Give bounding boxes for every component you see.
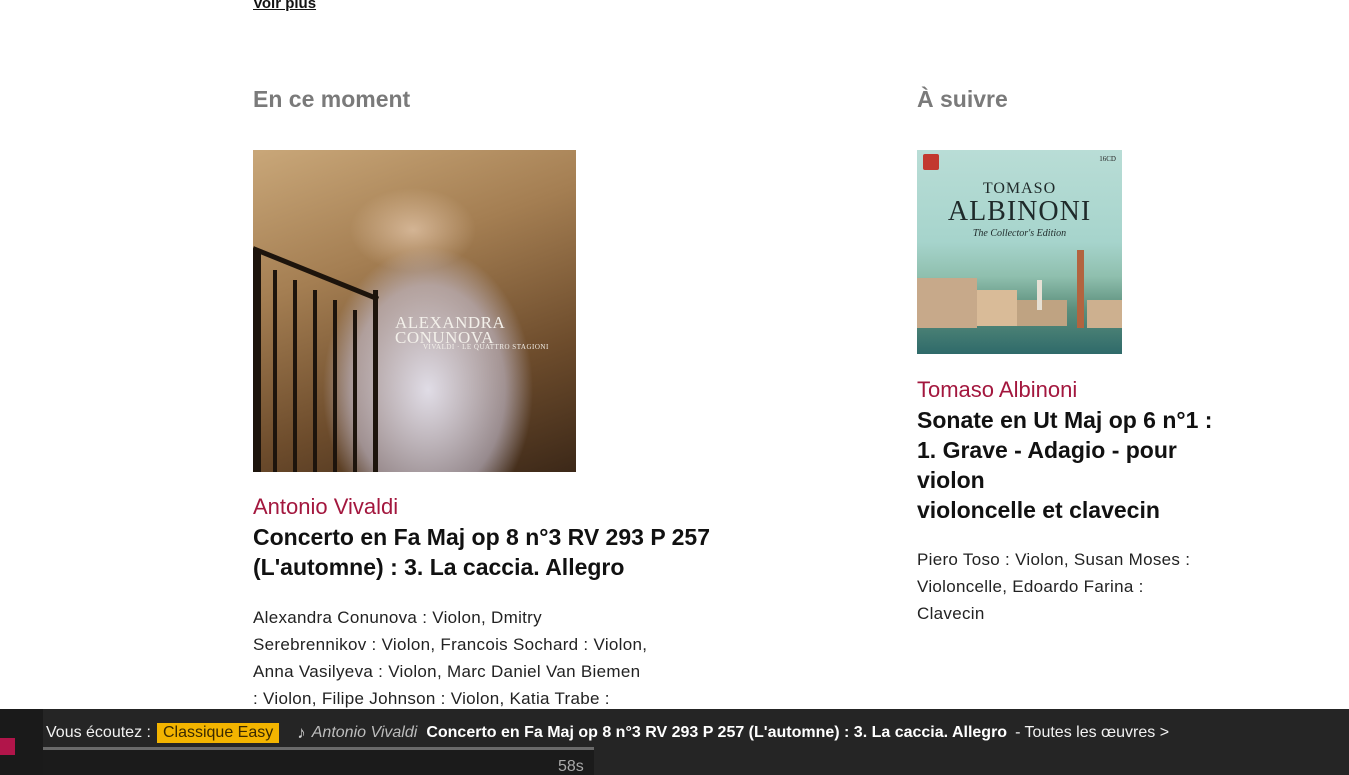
station-badge[interactable]: Classique Easy xyxy=(156,723,280,743)
elapsed-time: 58s xyxy=(558,758,584,775)
now-playing-line: Vous écoutez : Classique Easy ♪ Antonio … xyxy=(46,723,1169,743)
player-work-title[interactable]: Concerto en Fa Maj op 8 n°3 RV 293 P 257… xyxy=(426,724,1007,742)
progress-track[interactable] xyxy=(43,747,594,775)
now-composer[interactable]: Antonio Vivaldi xyxy=(253,492,733,522)
next-cover-title-2: ALBINONI xyxy=(947,196,1092,227)
now-work-title[interactable]: Concerto en Fa Maj op 8 n°3 RV 293 P 257… xyxy=(253,522,733,582)
now-playing-panel: ALEXANDRA CONUNOVA VIVALDI · LE QUATTRO … xyxy=(253,150,733,712)
progress-fill xyxy=(43,747,594,750)
now-cover-title: ALEXANDRA CONUNOVA xyxy=(395,313,506,347)
label-logo-icon xyxy=(923,154,939,170)
cd-count-badge: 16CD xyxy=(1099,155,1116,163)
next-album-cover[interactable]: 16CD TOMASO ALBINONI The Collector's Edi… xyxy=(917,150,1122,354)
player-bar: Vous écoutez : Classique Easy ♪ Antonio … xyxy=(0,709,1349,775)
next-cover-title-3: The Collector's Edition xyxy=(972,228,1067,239)
player-composer[interactable]: Antonio Vivaldi xyxy=(312,724,418,742)
now-performers: Alexandra Conunova : Violon, Dmitry Sere… xyxy=(253,608,648,708)
live-indicator-icon[interactable] xyxy=(0,738,15,755)
up-next-panel: 16CD TOMASO ALBINONI The Collector's Edi… xyxy=(917,150,1247,627)
next-work-title[interactable]: Sonate en Ut Maj op 6 n°1 : 1. Grave - A… xyxy=(917,405,1247,525)
next-heading: À suivre xyxy=(917,86,1008,112)
player-label: Vous écoutez : xyxy=(46,724,151,741)
now-heading: En ce moment xyxy=(253,86,411,112)
all-works-link[interactable]: - Toutes les œuvres > xyxy=(1015,724,1169,742)
voir-plus-link[interactable]: Voir plus xyxy=(253,0,316,12)
next-performers: Piero Toso : Violon, Susan Moses : Violo… xyxy=(917,550,1191,623)
now-album-cover[interactable]: ALEXANDRA CONUNOVA VIVALDI · LE QUATTRO … xyxy=(253,150,576,472)
now-cover-subtitle: VIVALDI · LE QUATTRO STAGIONI xyxy=(423,343,549,351)
music-note-icon: ♪ xyxy=(297,723,306,742)
next-composer[interactable]: Tomaso Albinoni xyxy=(917,375,1247,405)
